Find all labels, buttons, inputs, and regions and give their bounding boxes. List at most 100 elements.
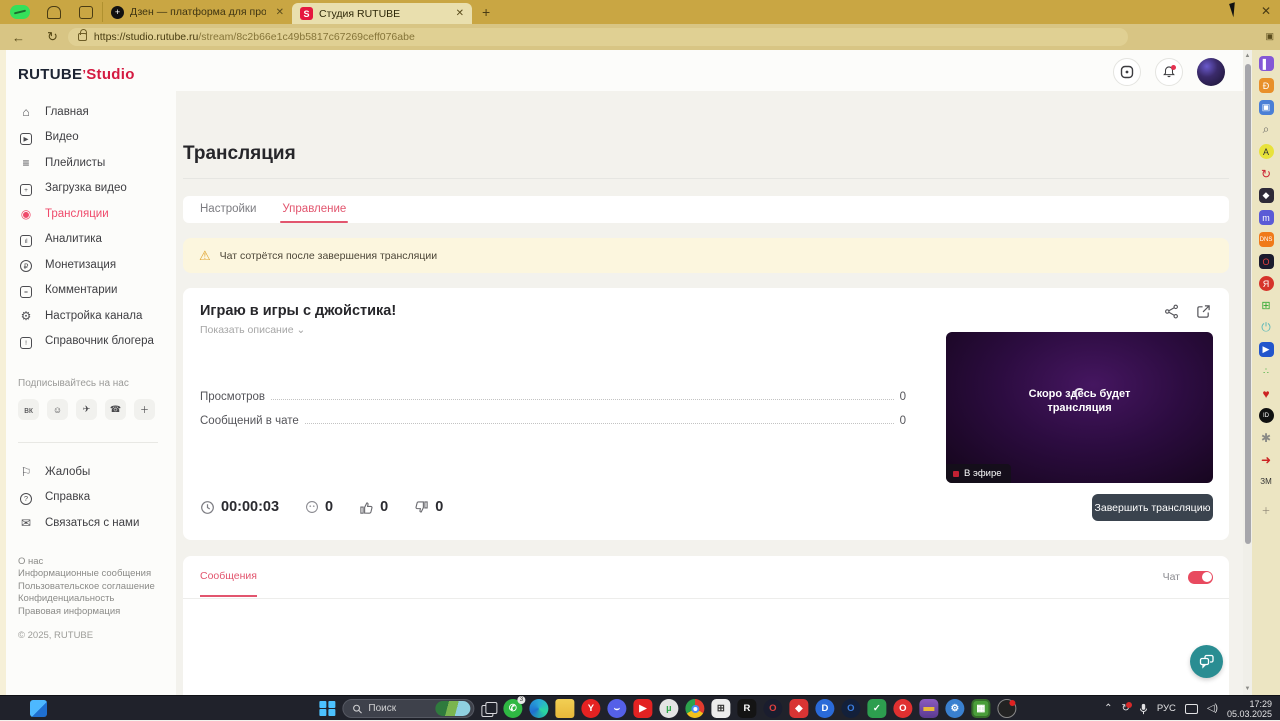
twitch-icon[interactable]: ▌ [1258, 56, 1274, 71]
tab-messages[interactable]: Сообщения [200, 570, 257, 597]
sidebar-item-help[interactable]: ? Справка [18, 485, 176, 511]
gear-gray-icon[interactable]: ✱ [1259, 430, 1274, 445]
opera-dark-icon[interactable]: O [1258, 254, 1274, 269]
footer-link-terms[interactable]: Пользовательское соглашение [18, 581, 176, 594]
browser-collections-icon[interactable] [47, 5, 61, 19]
sidebar-item-complaints[interactable]: ⚐ Жалобы [18, 459, 176, 485]
m-site-icon[interactable]: m [1258, 210, 1274, 225]
page-scrollbar[interactable]: ▲ ▼ [1243, 50, 1252, 695]
tab-settings[interactable]: Настройки [200, 203, 256, 223]
close-tab-icon[interactable]: ✕ [276, 7, 284, 18]
sync-arrows-icon[interactable]: ↻ [1259, 166, 1274, 181]
opera-gx-icon[interactable]: O [763, 699, 783, 718]
browser-tab-dzen[interactable]: + Дзен — платформа для просмо ✕ [102, 2, 292, 22]
sidebar-item-comments[interactable]: = Комментарии [18, 278, 176, 304]
sidebar-item-analytics[interactable]: ıl Аналитика [18, 227, 176, 253]
search-highlight-image[interactable] [435, 701, 471, 716]
dns-store-icon[interactable]: DNS [1258, 232, 1274, 247]
window-close-icon[interactable]: ✕ [1261, 4, 1271, 18]
share-icon[interactable] [1164, 304, 1179, 319]
rutube-studio-logo[interactable]: RUTUBE’Studio [18, 66, 176, 83]
settings-gear-icon[interactable]: ⚙ [945, 699, 965, 718]
stream-preview[interactable]: Скоро здесь будет трансляция В эфире [946, 332, 1213, 483]
discord-icon[interactable]: ⌣ [607, 699, 627, 718]
green-shield-app-icon[interactable]: ✓ [867, 699, 887, 718]
speaker-icon[interactable]: ◁) [1207, 703, 1218, 714]
telegram-icon[interactable]: ✈ [76, 399, 97, 420]
tab-control[interactable]: Управление [280, 203, 349, 223]
open-external-icon[interactable] [1196, 304, 1211, 319]
power-icon[interactable]: ⏻ [1259, 320, 1274, 335]
back-icon[interactable]: ← [12, 30, 25, 45]
taskbar-clock[interactable]: 17:29 05.03.2025 [1227, 699, 1272, 719]
dots-site-icon[interactable]: ∴ [1259, 364, 1274, 379]
notifications-button[interactable] [1155, 58, 1183, 86]
d-app-icon[interactable]: D [815, 699, 835, 718]
sidebar-item-contact[interactable]: ✉ Связаться с нами [18, 510, 176, 536]
zm-site-icon[interactable]: ЗМ [1259, 474, 1274, 489]
viber-icon[interactable]: ☎ [105, 399, 126, 420]
display-icon[interactable] [1184, 703, 1198, 714]
utorrent-icon[interactable]: µ [659, 699, 679, 718]
sidebar-item-upload[interactable]: + Загрузка видео [18, 176, 176, 202]
browser-tab-panel-icon[interactable] [79, 5, 93, 19]
widgets-icon[interactable] [30, 700, 47, 717]
taskbar-search[interactable]: Поиск [342, 699, 475, 718]
youtube-icon[interactable]: ▶ [633, 699, 653, 718]
scrollbar-thumb[interactable] [1244, 64, 1251, 544]
ok-icon[interactable]: ☺ [47, 399, 68, 420]
search-icon[interactable]: ⌕ [1259, 122, 1274, 137]
footer-link-about[interactable]: О нас [18, 556, 176, 569]
explorer-folder-icon[interactable] [555, 699, 575, 718]
avatar[interactable] [1197, 58, 1225, 86]
tray-sync-icon[interactable]: ↻ [1122, 702, 1132, 714]
sidebar-item-video[interactable]: ▶ Видео [18, 125, 176, 151]
add-bookmark-icon[interactable]: ＋ [1259, 503, 1274, 518]
yellow-site-icon[interactable]: A [1258, 144, 1274, 159]
edge-browser-icon[interactable] [529, 699, 549, 718]
sidebar-item-channel-settings[interactable]: ⚙ Настройка канала [18, 303, 176, 329]
close-tab-icon[interactable]: ✕ [456, 8, 464, 19]
red-arrow-icon[interactable]: ➜ [1259, 452, 1274, 467]
yandex-icon[interactable]: Я [1258, 276, 1274, 291]
browser-profile-button[interactable] [10, 5, 30, 19]
sidebar-item-playlists[interactable]: ≡ Плейлисты [18, 150, 176, 176]
recorder-dial-icon[interactable] [997, 699, 1017, 718]
dark-o-app-icon[interactable]: O [841, 699, 861, 718]
whatsapp-icon[interactable]: ✆ 3 [503, 696, 526, 718]
cube-site-icon[interactable]: ◆ [1258, 188, 1274, 203]
thumbs-down-icon[interactable] [414, 500, 429, 515]
start-button[interactable] [319, 700, 335, 717]
orange-site-icon[interactable]: Ð [1258, 78, 1274, 93]
create-button[interactable] [1113, 58, 1141, 86]
frame-site-icon[interactable]: ▣ [1258, 100, 1274, 115]
refresh-icon[interactable]: ↻ [47, 29, 58, 45]
sidebar-item-blogger-guide[interactable]: ! Справочник блогера [18, 329, 176, 355]
sidebar-panel-toggle-icon[interactable]: ▣ [1265, 31, 1274, 42]
address-bar[interactable]: https://studio.rutube.ru/stream/8c2b66e1… [67, 28, 1128, 46]
microsoft-store-icon[interactable]: ⊞ [711, 699, 731, 718]
winrar-icon[interactable] [919, 699, 939, 718]
minecraft-icon[interactable]: ▦ [971, 699, 991, 718]
microphone-icon[interactable] [1139, 703, 1148, 715]
chrome-icon[interactable] [685, 699, 705, 718]
sidebar-item-broadcasts[interactable]: ◉ Трансляции [18, 201, 176, 227]
id-site-icon[interactable]: ID [1258, 408, 1274, 423]
vk-icon[interactable]: вк [18, 399, 39, 420]
show-description-link[interactable]: Показать описание ⌄ [200, 324, 305, 336]
more-socials-icon[interactable]: ＋ [134, 399, 155, 420]
end-broadcast-button[interactable]: Завершить трансляцию [1092, 494, 1213, 521]
tray-expand-icon[interactable]: ⌃ [1104, 703, 1112, 714]
yandex-browser-icon[interactable]: Y [581, 699, 601, 718]
scroll-up-icon[interactable]: ▲ [1243, 53, 1252, 59]
flag-site-icon[interactable]: ▶ [1258, 342, 1274, 357]
opera-icon[interactable]: O [893, 699, 913, 718]
footer-link-info[interactable]: Информационные сообщения [18, 568, 176, 581]
sidebar-item-home[interactable]: ⌂ Главная [18, 99, 176, 125]
task-view-icon[interactable] [481, 702, 498, 717]
footer-link-privacy[interactable]: Конфиденциальность [18, 593, 176, 606]
footer-link-legal[interactable]: Правовая информация [18, 606, 176, 619]
scroll-down-icon[interactable]: ▼ [1243, 686, 1252, 692]
red-diamond-app-icon[interactable]: ◆ [789, 699, 809, 718]
browser-tab-rutube-studio[interactable]: S Студия RUTUBE ✕ [292, 3, 472, 24]
